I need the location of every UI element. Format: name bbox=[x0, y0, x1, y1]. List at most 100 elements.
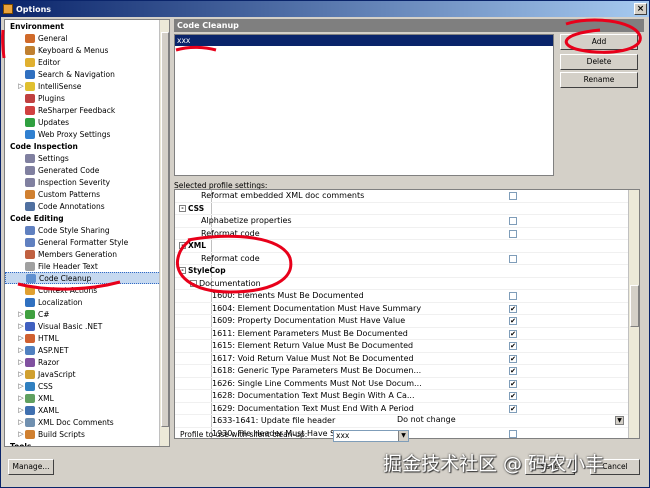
settings-row[interactable]: Reformat code bbox=[175, 228, 639, 240]
tree-scroll-thumb[interactable] bbox=[161, 32, 169, 427]
tree-item[interactable]: ▷ IntelliSense bbox=[5, 80, 169, 92]
chevron-down-icon[interactable]: ▼ bbox=[398, 431, 408, 441]
options-tree[interactable]: Environment General Keyboard & Menus Editor… bbox=[4, 19, 170, 447]
tree-item[interactable]: Editor bbox=[5, 56, 169, 68]
settings-row[interactable]: Alphabetize properties bbox=[175, 215, 639, 228]
settings-row[interactable]: 1615: Element Return Value Must Be Docum… bbox=[175, 340, 639, 353]
settings-row[interactable]: 1633-1641: Update file header Do not chan… bbox=[175, 415, 639, 428]
setting-checkbox[interactable]: ✔ bbox=[509, 404, 517, 413]
settings-row[interactable]: 1611: Element Parameters Must Be Documen… bbox=[175, 328, 639, 340]
settings-row[interactable]: 1618: Generic Type Parameters Must Be Do… bbox=[175, 365, 639, 378]
profile-settings-tree[interactable]: Reformat embedded XML doc comments - CSS Al… bbox=[174, 189, 640, 439]
settings-row[interactable]: 1600: Elements Must Be Documented bbox=[175, 290, 639, 303]
tree-item[interactable]: Plugins bbox=[5, 92, 169, 104]
expand-icon[interactable]: ▷ bbox=[17, 394, 25, 402]
tree-item[interactable]: ▷ XML Doc Comments bbox=[5, 416, 169, 428]
collapse-icon[interactable]: - bbox=[179, 242, 186, 250]
settings-row[interactable]: Reformat embedded XML doc comments bbox=[175, 190, 639, 203]
settings-row[interactable]: 1604: Element Documentation Must Have Su… bbox=[175, 303, 639, 315]
tree-item[interactable]: Custom Patterns bbox=[5, 188, 169, 200]
setting-checkbox[interactable]: ✔ bbox=[509, 367, 517, 375]
tree-item[interactable]: File Header Text bbox=[5, 260, 169, 272]
expand-icon[interactable]: ▷ bbox=[17, 346, 25, 354]
expand-icon[interactable]: ▷ bbox=[17, 418, 25, 426]
tree-item[interactable]: Code Style Sharing bbox=[5, 224, 169, 236]
expand-icon[interactable]: ▷ bbox=[17, 382, 25, 390]
tree-item[interactable]: Inspection Severity bbox=[5, 176, 169, 188]
setting-checkbox[interactable]: ✔ bbox=[509, 392, 517, 400]
expand-icon[interactable]: ▷ bbox=[17, 358, 25, 366]
settings-row[interactable]: 1629: Documentation Text Must End With A… bbox=[175, 403, 639, 415]
tree-scrollbar[interactable] bbox=[159, 20, 169, 446]
tree-item[interactable]: ReSharper Feedback bbox=[5, 104, 169, 116]
setting-checkbox[interactable]: ✔ bbox=[509, 329, 517, 338]
tree-item[interactable]: ▷ JavaScript bbox=[5, 368, 169, 380]
settings-row[interactable]: Reformat code bbox=[175, 253, 639, 265]
setting-checkbox[interactable]: ✔ bbox=[509, 342, 517, 350]
delete-button[interactable]: Delete bbox=[560, 54, 638, 70]
tree-item[interactable]: ▷ HTML bbox=[5, 332, 169, 344]
tree-item[interactable]: ▷ Visual Basic .NET bbox=[5, 320, 169, 332]
tree-item[interactable]: General Formatter Style bbox=[5, 236, 169, 248]
settings-row[interactable]: - StyleCop bbox=[175, 265, 639, 278]
setting-checkbox[interactable] bbox=[509, 292, 517, 300]
expand-icon[interactable]: ▷ bbox=[17, 370, 25, 378]
setting-checkbox[interactable]: ✔ bbox=[509, 317, 517, 325]
settings-row[interactable]: 1626: Single Line Comments Must Not Use … bbox=[175, 378, 639, 390]
expand-icon[interactable]: ▷ bbox=[17, 82, 25, 90]
setting-value[interactable]: Do not change bbox=[397, 415, 456, 424]
setting-checkbox[interactable] bbox=[509, 429, 517, 438]
tree-item[interactable]: Web Proxy Settings bbox=[5, 128, 169, 140]
profile-list[interactable]: xxx bbox=[174, 34, 554, 176]
tree-item[interactable]: ▷ Razor bbox=[5, 356, 169, 368]
add-button[interactable]: Add bbox=[560, 34, 638, 50]
tree-item[interactable]: Updates bbox=[5, 116, 169, 128]
setting-checkbox[interactable]: ✔ bbox=[509, 379, 517, 388]
tree-section-header[interactable]: Code Inspection bbox=[5, 140, 169, 152]
setting-checkbox[interactable] bbox=[509, 254, 517, 263]
tree-item[interactable]: Members Generation bbox=[5, 248, 169, 260]
tree-item[interactable]: Code Cleanup bbox=[5, 272, 169, 284]
settings-scrollbar[interactable] bbox=[628, 190, 639, 438]
tree-item[interactable]: Keyboard & Menus bbox=[5, 44, 169, 56]
settings-row[interactable]: 1609: Property Documentation Must Have V… bbox=[175, 315, 639, 328]
tree-item[interactable]: ▷ C# bbox=[5, 308, 169, 320]
tree-item[interactable]: Code Annotations bbox=[5, 200, 169, 212]
tree-item[interactable]: Context Actions bbox=[5, 284, 169, 296]
close-icon[interactable]: × bbox=[634, 3, 647, 15]
expand-icon[interactable]: ▷ bbox=[17, 322, 25, 330]
setting-checkbox[interactable] bbox=[509, 229, 517, 238]
settings-row[interactable]: 1617: Void Return Value Must Not Be Docu… bbox=[175, 353, 639, 365]
expand-icon[interactable]: ▷ bbox=[17, 334, 25, 342]
tree-item[interactable]: Localization bbox=[5, 296, 169, 308]
setting-checkbox[interactable] bbox=[509, 192, 517, 200]
tree-item[interactable]: Settings bbox=[5, 152, 169, 164]
setting-checkbox[interactable]: ✔ bbox=[509, 304, 517, 313]
expand-icon[interactable]: ▷ bbox=[17, 310, 25, 318]
tree-section-header[interactable]: Code Editing bbox=[5, 212, 169, 224]
tree-item[interactable]: ▷ ASP.NET bbox=[5, 344, 169, 356]
tree-item[interactable]: ▷ XML bbox=[5, 392, 169, 404]
chevron-down-icon[interactable]: ▼ bbox=[615, 416, 624, 425]
setting-checkbox[interactable] bbox=[509, 217, 517, 225]
tree-item[interactable]: General bbox=[5, 32, 169, 44]
expand-icon[interactable]: ▷ bbox=[17, 406, 25, 414]
tree-item[interactable]: ▷ Build Scripts bbox=[5, 428, 169, 440]
tree-item[interactable]: ▷ CSS bbox=[5, 380, 169, 392]
collapse-icon[interactable]: - bbox=[179, 267, 186, 275]
tree-section-header[interactable]: Tools bbox=[5, 440, 169, 447]
setting-checkbox[interactable]: ✔ bbox=[509, 354, 517, 363]
settings-row[interactable]: - Documentation bbox=[175, 278, 639, 290]
settings-row[interactable]: - XML bbox=[175, 240, 639, 253]
settings-row[interactable]: 1628: Documentation Text Must Begin With… bbox=[175, 390, 639, 403]
profile-item[interactable]: xxx bbox=[175, 35, 553, 46]
tree-section-header[interactable]: Environment bbox=[5, 20, 169, 32]
tree-item[interactable]: Search & Navigation bbox=[5, 68, 169, 80]
expand-icon[interactable]: ▷ bbox=[17, 430, 25, 438]
tree-item[interactable]: ▷ XAML bbox=[5, 404, 169, 416]
tree-item[interactable]: Generated Code bbox=[5, 164, 169, 176]
settings-scroll-thumb[interactable] bbox=[630, 285, 639, 327]
silent-cleanup-select[interactable]: xxx ▼ bbox=[333, 430, 409, 442]
collapse-icon[interactable]: - bbox=[179, 204, 186, 212]
manage-button[interactable]: Manage... bbox=[8, 459, 54, 475]
